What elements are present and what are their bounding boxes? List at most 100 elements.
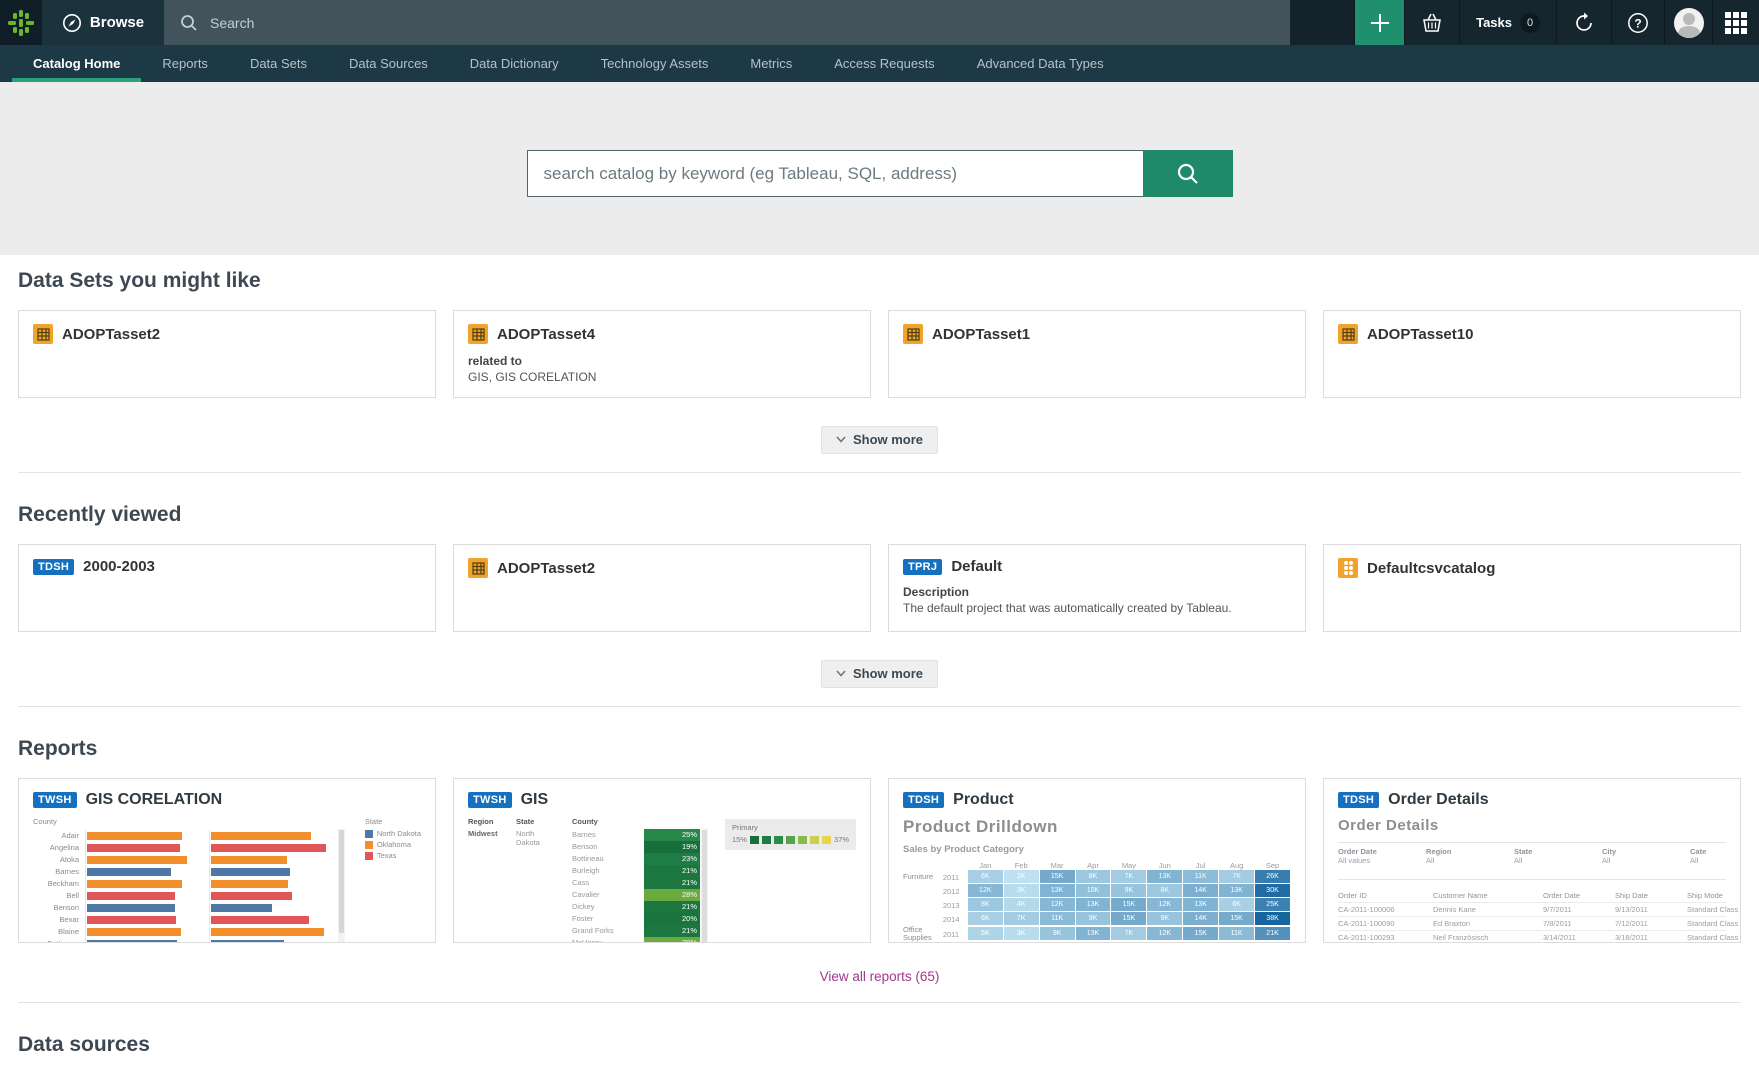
dataset-card[interactable]: ADOPTasset2: [18, 310, 436, 398]
heat-cell: 13K: [1147, 870, 1182, 883]
catalog-search-input[interactable]: [527, 150, 1143, 197]
report-thumb-heat: Product DrilldownSales by Product Catego…: [903, 817, 1291, 943]
column-header: County: [572, 817, 644, 826]
app-logo[interactable]: [0, 0, 42, 45]
heat-cell: 9K: [1111, 942, 1146, 943]
pct-cell: 21%: [644, 877, 700, 889]
bar: [87, 892, 175, 900]
report-card-order-details[interactable]: TDSH Order Details Order DetailsOrder Da…: [1323, 778, 1741, 943]
nav-access-requests[interactable]: Access Requests: [813, 45, 955, 82]
nav-data-sets[interactable]: Data Sets: [229, 45, 328, 82]
bar-cell: [85, 902, 209, 913]
year-label: 2012: [943, 887, 968, 896]
dataset-card[interactable]: ADOPTasset4 related to GIS, GIS CORELATI…: [453, 310, 871, 398]
table-icon: [903, 324, 923, 344]
dataset-card[interactable]: ADOPTasset1: [888, 310, 1306, 398]
tdsh-badge: TDSH: [33, 559, 74, 575]
bar-cell: [85, 938, 209, 943]
heat-cell: 25K: [1255, 898, 1290, 911]
heat-cell: 14K: [1183, 912, 1218, 925]
section-divider: [18, 706, 1741, 707]
bar-cell: [209, 926, 333, 937]
bar-cell: [209, 866, 333, 877]
heat-cell: 12K: [1040, 898, 1075, 911]
tasks-button[interactable]: Tasks 0: [1459, 0, 1556, 45]
sync-button[interactable]: [1556, 0, 1611, 45]
nav-reports[interactable]: Reports: [141, 45, 229, 82]
recent-card[interactable]: TPRJ Default Description The default pro…: [888, 544, 1306, 632]
nav-data-dictionary[interactable]: Data Dictionary: [449, 45, 580, 82]
month-header: Jul: [1183, 861, 1218, 870]
topbar-spacer: [1290, 0, 1354, 45]
bar-cell: [85, 878, 209, 889]
heat-cell: 26K: [1255, 870, 1290, 883]
county-names: BarnesBensonBottineauBurleighCassCavalie…: [572, 829, 644, 943]
heat-cell: 8K: [968, 898, 1003, 911]
scrollbar: [701, 829, 708, 943]
catalog-search-button[interactable]: [1143, 150, 1233, 197]
browse-button[interactable]: Browse: [42, 0, 164, 45]
bar-cell: [209, 842, 333, 853]
legend-item: Texas: [365, 851, 421, 860]
section-title: Recently viewed: [18, 503, 1741, 527]
bar-row-label: Bottineau: [33, 938, 85, 943]
heat-cell: 8K: [1183, 942, 1218, 943]
view-all-reports-link[interactable]: View all reports (65): [820, 969, 940, 984]
avatar: [1674, 8, 1704, 38]
dataset-card[interactable]: ADOPTasset10: [1323, 310, 1741, 398]
nav-catalog-home[interactable]: Catalog Home: [12, 45, 141, 82]
nav-data-sources[interactable]: Data Sources: [328, 45, 449, 82]
report-card-product[interactable]: TDSH Product Product DrilldownSales by P…: [888, 778, 1306, 943]
recent-card[interactable]: ADOPTasset2: [453, 544, 871, 632]
bar: [87, 832, 182, 840]
bar-cell: [85, 830, 209, 841]
chevron-down-icon: [836, 670, 846, 677]
browse-label: Browse: [90, 14, 144, 31]
orders-cell: Neil Französisch: [1433, 933, 1543, 942]
gradient-step: [798, 836, 807, 844]
heat-cell: 38K: [1255, 912, 1290, 925]
help-button[interactable]: ?: [1611, 0, 1664, 45]
filter-value: All values: [1338, 856, 1370, 865]
report-thumb-gis: RegionMidwestStateNorthDakotaCountyBarne…: [468, 817, 856, 943]
report-card-gis[interactable]: TWSH GIS RegionMidwestStateNorthDakotaCo…: [453, 778, 871, 943]
county-name: Grand Forks: [572, 925, 644, 937]
heat-cell: 12K: [1147, 898, 1182, 911]
nav-advanced-data-types[interactable]: Advanced Data Types: [956, 45, 1125, 82]
twsh-badge: TWSH: [33, 792, 77, 808]
catalog-home-content: Data Sets you might like ADOPTasset2 ADO…: [0, 269, 1759, 1057]
county-name: Barnes: [572, 829, 644, 841]
pct-cell: 21%: [644, 865, 700, 877]
recent-card[interactable]: TDSH 2000-2003: [18, 544, 436, 632]
bar: [211, 880, 288, 888]
month-header: Aug: [1219, 861, 1254, 870]
global-search-bar[interactable]: Search: [164, 0, 1290, 45]
hero-search-section: [0, 82, 1759, 255]
orders-cell: 7/12/2011: [1615, 919, 1687, 928]
recent-card[interactable]: Defaultcsvcatalog: [1323, 544, 1741, 632]
show-more-datasets-button[interactable]: Show more: [821, 426, 938, 454]
heat-cell: 15K: [1183, 927, 1218, 940]
column-header: State: [516, 817, 572, 826]
apps-grid-button[interactable]: [1712, 0, 1759, 45]
card-title: GIS CORELATION: [86, 791, 223, 809]
bar-row-label: Angelina: [33, 842, 85, 853]
compose-button[interactable]: [1354, 0, 1404, 45]
bar-row-label: Bell: [33, 890, 85, 901]
chevron-down-icon: [836, 436, 846, 443]
plus-icon: [1370, 13, 1390, 33]
basket-button[interactable]: [1404, 0, 1459, 45]
report-card-gis-corelation[interactable]: TWSH GIS CORELATION CountyAdairAngelinaA…: [18, 778, 436, 943]
legend-min: 15%: [732, 835, 747, 844]
region-column: RegionMidwest: [468, 817, 516, 943]
bar-cell: [85, 854, 209, 865]
user-menu-button[interactable]: [1664, 0, 1712, 45]
legend-label: North Dakota: [377, 829, 421, 838]
heat-cell: 3K: [1004, 884, 1039, 897]
thumb-heading: Product Drilldown: [903, 817, 1291, 837]
related-to-value[interactable]: GIS, GIS CORELATION: [468, 370, 856, 384]
nav-metrics[interactable]: Metrics: [729, 45, 813, 82]
bar: [87, 844, 180, 852]
nav-technology-assets[interactable]: Technology Assets: [580, 45, 730, 82]
show-more-recent-button[interactable]: Show more: [821, 660, 938, 688]
